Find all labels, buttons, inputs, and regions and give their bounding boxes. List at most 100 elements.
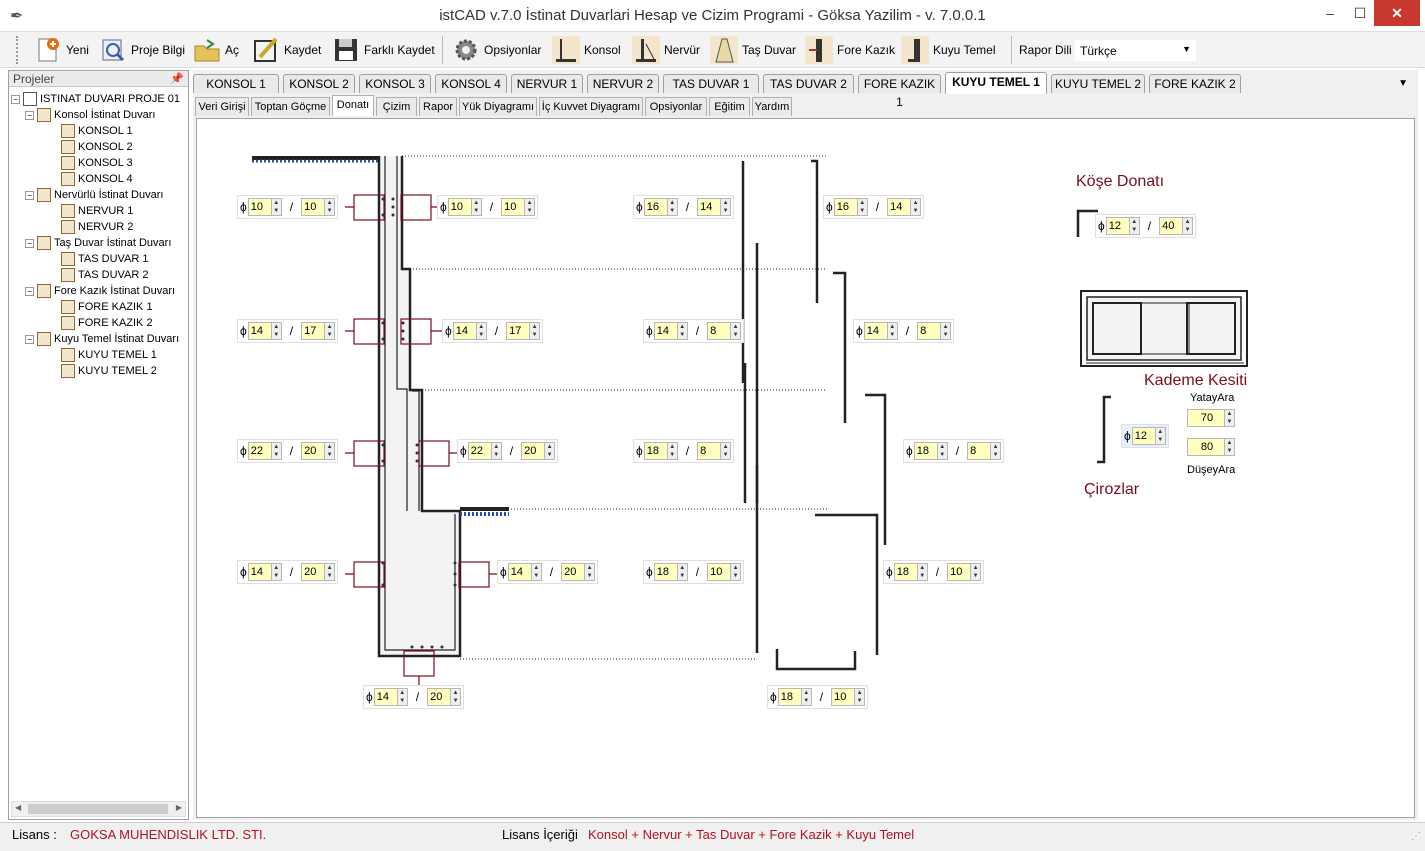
spin-arrows-icon[interactable]: ▲ ▼ [270,564,281,580]
scroll-thumb[interactable] [28,804,168,814]
spin-arrows-icon[interactable]: ▲ ▼ [886,323,897,339]
rebar-spacing-spinner[interactable]: 10 ▲ ▼ [831,688,866,706]
spin-arrows-icon[interactable]: ▲ ▼ [936,443,947,459]
rebar-diameter-spinner[interactable]: 14 ▲ ▼ [863,322,898,340]
rebar-diameter-spinner[interactable]: 18 ▲ ▼ [913,442,948,460]
project-info-button[interactable]: Proje Bilgi [99,34,185,66]
stirrup-diameter-spinner[interactable]: 12 ▲ ▼ [1131,427,1166,445]
close-button[interactable]: ✕ [1374,0,1420,26]
tab-wall[interactable]: KONSOL 4 [435,74,507,93]
rebar-diameter-spinner[interactable]: 18 ▲ ▼ [777,688,812,706]
rebar-diameter-spinner[interactable]: 18 ▲ ▼ [653,563,688,581]
spin-arrows-icon[interactable]: ▲ ▼ [470,199,481,215]
rebar-diameter-spinner[interactable]: 22 ▲ ▼ [467,442,502,460]
tab-wall[interactable]: TAS DUVAR 2 [763,74,854,93]
spin-arrows-icon[interactable]: ▲ ▼ [270,443,281,459]
spin-arrows-icon[interactable]: ▲ ▼ [800,689,811,705]
tree-item[interactable]: TAS DUVAR 1 [61,251,149,267]
tab-wall[interactable]: FORE KAZIK 2 [1149,74,1241,93]
rebar-spacing-spinner[interactable]: 10 ▲ ▼ [301,198,336,216]
tree-group[interactable]: − Nervürlü İstinat Duvarı [25,187,163,203]
sub-tab[interactable]: Yardım [752,97,792,116]
spin-arrows-icon[interactable]: ▲ ▼ [396,689,407,705]
tab-wall[interactable]: FORE KAZIK 1 [858,74,941,109]
tab-wall[interactable]: TAS DUVAR 1 [663,74,759,93]
tab-wall[interactable]: NERVUR 1 [511,74,583,93]
spin-arrows-icon[interactable]: ▲ ▼ [940,323,951,339]
rebar-diameter-spinner[interactable]: 14 ▲ ▼ [452,322,487,340]
spin-arrows-icon[interactable]: ▲ ▼ [270,199,281,215]
rebar-spacing-spinner[interactable]: 10 ▲ ▼ [947,563,982,581]
minimize-button[interactable]: – [1316,0,1344,26]
tab-wall[interactable]: KONSOL 1 [193,74,279,93]
spin-arrows-icon[interactable]: ▲ ▼ [1154,428,1165,444]
sub-tab[interactable]: Toptan Göçme [251,97,330,116]
vertical-spacing-spinner[interactable]: 80 ▲ ▼ [1187,438,1235,456]
pin-icon[interactable]: 📌 [170,71,184,87]
spin-arrows-icon[interactable]: ▲ ▼ [916,564,927,580]
tree-item[interactable]: NERVUR 2 [61,219,133,235]
spin-arrows-icon[interactable]: ▲ ▼ [1224,410,1234,426]
tab-wall[interactable]: NERVUR 2 [587,74,659,93]
toolbar-grip[interactable] [16,36,20,64]
spin-arrows-icon[interactable]: ▲ ▼ [475,323,486,339]
rebar-diameter-spinner[interactable]: 16 ▲ ▼ [833,198,868,216]
spin-arrows-icon[interactable]: ▲ ▼ [324,199,335,215]
tree-item[interactable]: KUYU TEMEL 2 [61,363,157,379]
rebar-diameter-spinner[interactable]: 14 ▲ ▼ [373,688,408,706]
rebar-diameter-spinner[interactable]: 14 ▲ ▼ [247,322,282,340]
open-button[interactable]: Aç [193,34,239,66]
spin-arrows-icon[interactable]: ▲ ▼ [720,443,731,459]
spin-arrows-icon[interactable]: ▲ ▼ [666,443,677,459]
sub-tab[interactable]: Çizim [376,97,417,116]
collapse-icon[interactable]: − [25,190,34,200]
tree-item[interactable]: KONSOL 1 [61,123,133,139]
corner-spacing-spinner[interactable]: 40 ▲ ▼ [1159,217,1194,235]
spin-arrows-icon[interactable]: ▲ ▼ [450,689,461,705]
spin-arrows-icon[interactable]: ▲ ▼ [584,564,595,580]
spin-arrows-icon[interactable]: ▲ ▼ [854,689,865,705]
spin-arrows-icon[interactable]: ▲ ▼ [676,323,687,339]
tab-wall[interactable]: KONSOL 3 [359,74,431,93]
options-button[interactable]: Opsiyonlar [452,34,541,66]
spin-arrows-icon[interactable]: ▲ ▼ [910,199,921,215]
sub-tab[interactable]: İç Kuvvet Diyagramı [539,97,643,116]
tab-wall[interactable]: KUYU TEMEL 1 [945,72,1047,94]
spin-arrows-icon[interactable]: ▲ ▼ [970,564,981,580]
rebar-spacing-spinner[interactable]: 10 ▲ ▼ [707,563,742,581]
rebar-spacing-spinner[interactable]: 8 ▲ ▼ [917,322,952,340]
rebar-diameter-spinner[interactable]: 14 ▲ ▼ [247,563,282,581]
tree-item[interactable]: FORE KAZIK 2 [61,315,153,331]
tree-group[interactable]: − Taş Duvar İstinat Duvarı [25,235,171,251]
tree-group[interactable]: − Kuyu Temel İstinat Duvarı [25,331,179,347]
tree-horizontal-scrollbar[interactable]: ◀ ▶ [11,801,186,817]
rebar-spacing-spinner[interactable]: 10 ▲ ▼ [501,198,536,216]
kuyu-temel-button[interactable]: Kuyu Temel [901,34,995,66]
spin-arrows-icon[interactable]: ▲ ▼ [524,199,535,215]
sub-tab[interactable]: Eğitim [709,97,750,116]
rebar-spacing-spinner[interactable]: 20 ▲ ▼ [301,563,336,581]
scroll-right-icon[interactable]: ▶ [176,803,182,812]
rebar-diameter-spinner[interactable]: 10 ▲ ▼ [247,198,282,216]
spin-arrows-icon[interactable]: ▲ ▼ [856,199,867,215]
spin-arrows-icon[interactable]: ▲ ▼ [544,443,555,459]
spin-arrows-icon[interactable]: ▲ ▼ [529,323,540,339]
rebar-diameter-spinner[interactable]: 18 ▲ ▼ [643,442,678,460]
tree-group[interactable]: − Fore Kazık İstinat Duvarı [25,283,175,299]
rebar-diameter-spinner[interactable]: 10 ▲ ▼ [447,198,482,216]
corner-diameter-spinner[interactable]: 12 ▲ ▼ [1105,217,1140,235]
spin-arrows-icon[interactable]: ▲ ▼ [990,443,1001,459]
konsol-button[interactable]: Konsol [552,34,621,66]
rebar-diameter-spinner[interactable]: 16 ▲ ▼ [643,198,678,216]
tabs-overflow-icon[interactable]: ▼ [1398,78,1408,89]
rebar-diameter-spinner[interactable]: 18 ▲ ▼ [893,563,928,581]
rebar-spacing-spinner[interactable]: 14 ▲ ▼ [697,198,732,216]
collapse-icon[interactable]: − [25,110,34,120]
rebar-spacing-spinner[interactable]: 17 ▲ ▼ [301,322,336,340]
collapse-icon[interactable]: − [25,334,34,344]
spin-arrows-icon[interactable]: ▲ ▼ [1128,218,1139,234]
collapse-icon[interactable]: − [11,94,20,104]
scroll-left-icon[interactable]: ◀ [15,803,21,812]
maximize-button[interactable]: ☐ [1346,0,1374,26]
collapse-icon[interactable]: − [25,286,34,296]
